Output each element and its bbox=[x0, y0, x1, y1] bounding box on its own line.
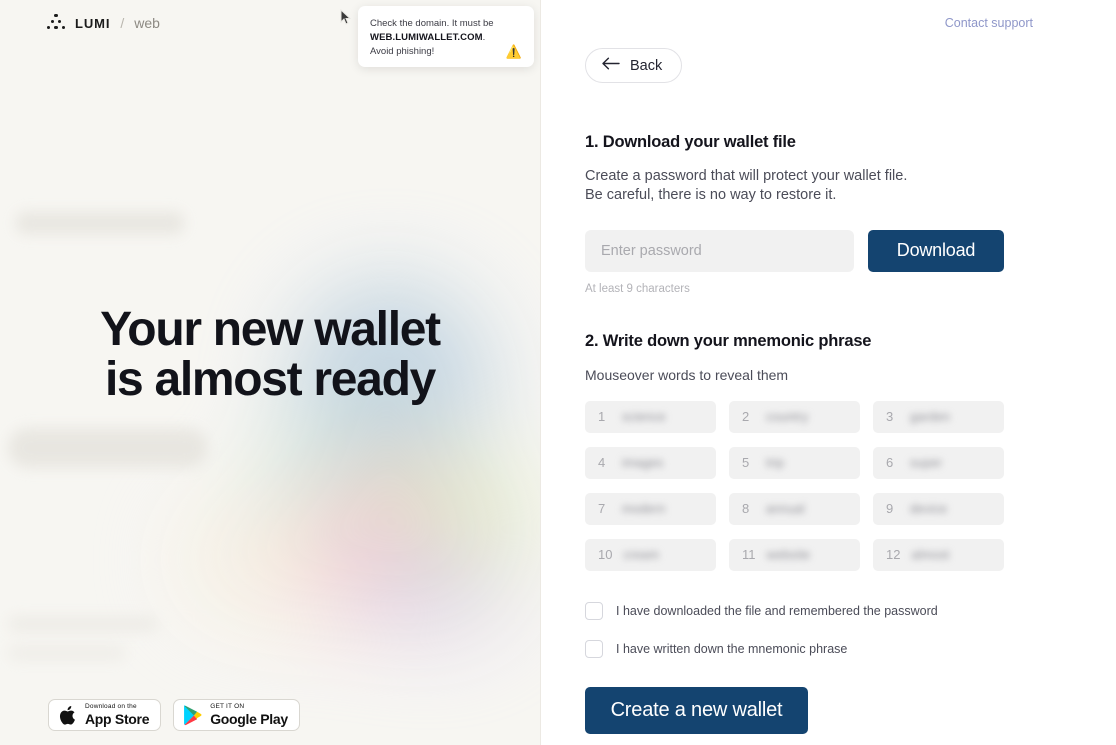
mnemonic-word-box[interactable]: 5 trip bbox=[729, 446, 860, 479]
app-store-badge[interactable]: Download on the App Store bbox=[48, 699, 162, 731]
mnemonic-word-number: 2 bbox=[742, 409, 750, 425]
mnemonic-word-number: 12 bbox=[886, 547, 901, 563]
download-button[interactable]: Download bbox=[868, 229, 1004, 272]
confirmation-checkbox-row[interactable]: I have downloaded the file and remembere… bbox=[585, 601, 1005, 620]
section-2-title: 2. Write down your mnemonic phrase bbox=[585, 331, 872, 350]
mnemonic-word-text: website bbox=[766, 547, 811, 562]
right-form-panel: Contact support Back 1. Download your wa… bbox=[541, 0, 1116, 745]
checkbox-label: I have written down the mnemonic phrase bbox=[616, 641, 848, 656]
blurred-background-element bbox=[16, 212, 184, 234]
apple-icon bbox=[59, 705, 75, 725]
mnemonic-word-box[interactable]: 9 device bbox=[873, 492, 1004, 525]
google-play-top-label: GET IT ON bbox=[210, 702, 245, 710]
mnemonic-word-box[interactable]: 11 website bbox=[729, 538, 860, 571]
checkbox-icon[interactable] bbox=[585, 601, 603, 620]
brand-logo[interactable]: LUMI / web bbox=[46, 14, 160, 32]
mnemonic-word-text: garden bbox=[910, 409, 951, 424]
blurred-background-element bbox=[8, 428, 208, 468]
mnemonic-word-number: 7 bbox=[598, 501, 606, 517]
blob-mint-icon bbox=[405, 455, 535, 575]
mnemonic-word-box[interactable]: 3 garden bbox=[873, 400, 1004, 433]
blurred-background-element bbox=[8, 616, 158, 632]
mnemonic-word-text: trip bbox=[766, 455, 785, 470]
mnemonic-word-box[interactable]: 4 images bbox=[585, 446, 716, 479]
brand-subtitle: web bbox=[134, 15, 160, 31]
phishing-domain: WEB.LUMIWALLET.COM bbox=[370, 31, 483, 43]
mnemonic-word-number: 1 bbox=[598, 409, 606, 425]
mnemonic-word-box[interactable]: 6 super bbox=[873, 446, 1004, 479]
phishing-warning-footer: Avoid phishing! ⚠️ bbox=[370, 44, 522, 60]
mnemonic-word-box[interactable]: 7 modern bbox=[585, 492, 716, 525]
create-new-wallet-button[interactable]: Create a new wallet bbox=[585, 686, 808, 734]
contact-support-link[interactable]: Contact support bbox=[945, 16, 1033, 30]
checkbox-label: I have downloaded the file and remembere… bbox=[616, 603, 938, 618]
phishing-text-before: Check the domain. It must be bbox=[370, 18, 494, 29]
mnemonic-word-number: 3 bbox=[886, 409, 894, 425]
phishing-warning-text: Check the domain. It must be WEB.LUMIWAL… bbox=[370, 17, 522, 45]
mnemonic-word-number: 5 bbox=[742, 455, 750, 471]
mnemonic-word-text: cream bbox=[623, 547, 660, 562]
mnemonic-word-number: 8 bbox=[742, 501, 750, 517]
blob-cream-icon bbox=[180, 500, 340, 620]
google-play-badge[interactable]: GET IT ON Google Play bbox=[173, 699, 300, 731]
mnemonic-word-box[interactable]: 2 country bbox=[729, 400, 860, 433]
mnemonic-word-box[interactable]: 10 cream bbox=[585, 538, 716, 571]
blurred-background-element bbox=[8, 645, 126, 661]
password-input[interactable] bbox=[585, 229, 854, 272]
app-store-bottom-label: App Store bbox=[85, 711, 150, 728]
mnemonic-word-box[interactable]: 12 almost bbox=[873, 538, 1004, 571]
back-button[interactable]: Back bbox=[585, 48, 683, 83]
brand-name: LUMI bbox=[75, 15, 111, 31]
app-store-text: Download on the App Store bbox=[85, 702, 150, 728]
brand-separator: / bbox=[120, 15, 125, 31]
section-1-desc-line-1: Create a password that will protect your… bbox=[585, 168, 908, 184]
mnemonic-word-text: super bbox=[910, 455, 943, 470]
mnemonic-word-number: 10 bbox=[598, 547, 613, 563]
phishing-warning-tooltip: Check the domain. It must be WEB.LUMIWAL… bbox=[358, 6, 534, 68]
mnemonic-word-box[interactable]: 8 annual bbox=[729, 492, 860, 525]
mnemonic-hint: Mouseover words to reveal them bbox=[585, 366, 789, 383]
page-headline: Your new wallet is almost ready bbox=[0, 305, 540, 405]
mnemonic-word-text: almost bbox=[911, 547, 950, 562]
left-promo-panel: LUMI / web Your new wallet is almost rea… bbox=[0, 0, 541, 745]
google-play-bottom-label: Google Play bbox=[210, 711, 288, 728]
confirmation-checkboxes: I have downloaded the file and remembere… bbox=[585, 601, 1005, 658]
mnemonic-word-text: modern bbox=[622, 501, 666, 516]
mnemonic-word-text: images bbox=[622, 455, 664, 470]
mnemonic-word-text: device bbox=[910, 501, 948, 516]
google-play-icon bbox=[184, 705, 202, 726]
phishing-avoid-line: Avoid phishing! bbox=[370, 45, 435, 57]
mnemonic-word-number: 6 bbox=[886, 455, 894, 471]
app-store-badges: Download on the App Store GET IT ON Goog… bbox=[48, 699, 300, 731]
phishing-text-after: . bbox=[482, 31, 486, 43]
headline-line-1: Your new wallet bbox=[100, 303, 441, 356]
confirmation-checkbox-row[interactable]: I have written down the mnemonic phrase bbox=[585, 639, 1005, 658]
checkbox-icon[interactable] bbox=[585, 639, 603, 658]
password-row: Download bbox=[585, 229, 1005, 272]
mnemonic-word-text: country bbox=[766, 409, 809, 424]
mnemonic-grid: 1 science 2 country 3 garden 4 images 5 trip 6 supe… bbox=[585, 400, 1005, 571]
arrow-left-icon bbox=[602, 57, 621, 74]
headline-line-2: is almost ready bbox=[104, 352, 436, 406]
mouse-pointer-icon bbox=[338, 8, 352, 33]
form-content: Back 1. Download your wallet file Create… bbox=[585, 48, 1005, 734]
section-1-title: 1. Download your wallet file bbox=[585, 133, 796, 151]
mnemonic-word-number: 9 bbox=[886, 501, 894, 517]
app-store-top-label: Download on the bbox=[85, 702, 137, 710]
back-button-label: Back bbox=[630, 57, 663, 74]
password-hint: At least 9 characters bbox=[585, 282, 690, 295]
mnemonic-word-text: annual bbox=[766, 501, 805, 516]
signup-wallet-page: LUMI / web Your new wallet is almost rea… bbox=[0, 0, 1116, 745]
mnemonic-word-text: science bbox=[622, 409, 666, 424]
mnemonic-word-number: 11 bbox=[742, 547, 756, 563]
mnemonic-word-number: 4 bbox=[598, 455, 606, 471]
warning-triangle-icon: ⚠️ bbox=[505, 44, 522, 60]
google-play-text: GET IT ON Google Play bbox=[210, 702, 288, 728]
mnemonic-word-box[interactable]: 1 science bbox=[585, 400, 716, 433]
section-1-desc-line-2: Be careful, there is no way to restore i… bbox=[585, 186, 837, 203]
section-1-description: Create a password that will protect your… bbox=[585, 167, 1005, 205]
lumi-dots-logo-icon bbox=[46, 14, 66, 32]
